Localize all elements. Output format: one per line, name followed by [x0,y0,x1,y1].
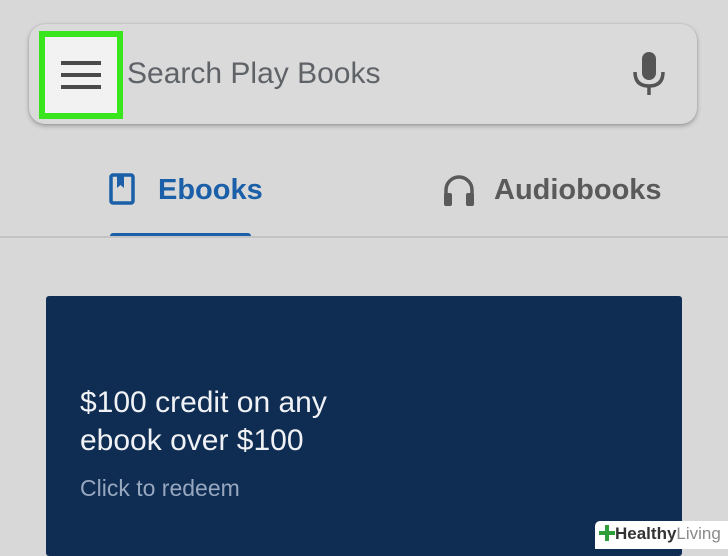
watermark-brand-bold: Healthy [615,524,677,543]
tab-ebooks[interactable]: Ebooks [100,140,270,238]
search-input[interactable]: Search Play Books [127,54,380,94]
promo-title: $100 credit on any ebook over $100 [80,386,327,457]
tab-bar: Ebooks Audiobooks [0,140,728,238]
search-bar[interactable]: Search Play Books [29,24,697,124]
promo-redeem-link[interactable]: Click to redeem [80,474,240,502]
book-icon [109,173,135,205]
watermark-brand-light: Living [676,524,721,543]
tab-audiobooks-label: Audiobooks [494,174,662,206]
menu-button[interactable] [39,31,123,119]
microphone-icon[interactable] [631,52,667,96]
promo-banner[interactable]: $100 credit on any ebook over $100 Click… [46,296,682,556]
tab-audiobooks[interactable]: Audiobooks [430,140,670,238]
headphones-icon [444,175,474,206]
tab-ebooks-label: Ebooks [158,174,263,206]
watermark-logo: HealthyLiving [595,521,728,549]
hamburger-menu-icon [61,61,101,89]
tabs-divider [0,236,728,238]
plus-icon [599,525,615,541]
